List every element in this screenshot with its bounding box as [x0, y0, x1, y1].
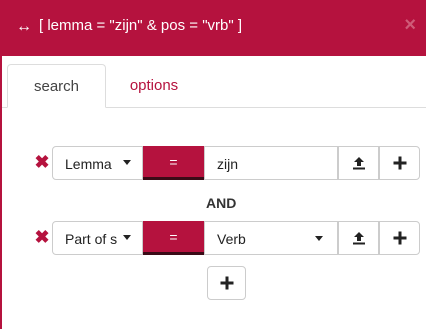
upload-icon	[352, 157, 365, 170]
rule-row: ✖ Lemma = zijn	[2, 146, 426, 180]
value-input[interactable]: zijn	[204, 146, 338, 180]
value-input-text: zijn	[217, 156, 239, 172]
chevron-down-icon	[123, 235, 131, 240]
operator-button[interactable]: =	[143, 146, 204, 180]
upload-icon	[352, 232, 365, 245]
value-select[interactable]: Verb	[204, 221, 338, 255]
dialog-title: [ lemma = "zijn" & pos = "vrb" ]	[39, 17, 243, 34]
chevron-down-icon	[315, 236, 323, 241]
rule-row: ✖ Part of s = Verb	[2, 221, 426, 255]
plus-icon	[393, 231, 406, 245]
field-select-label: Part of s	[65, 231, 118, 247]
tab-search[interactable]: search	[7, 64, 106, 108]
delete-rule-icon[interactable]: ✖	[34, 153, 50, 171]
upload-button[interactable]	[338, 221, 379, 255]
operator-button[interactable]: =	[143, 221, 204, 255]
field-select[interactable]: Lemma	[52, 146, 143, 180]
field-select[interactable]: Part of s	[52, 221, 143, 255]
upload-button[interactable]	[338, 146, 379, 180]
add-condition-button[interactable]	[379, 146, 420, 180]
add-condition-button[interactable]	[379, 221, 420, 255]
connector-label: AND	[206, 195, 237, 211]
add-rule-button[interactable]	[207, 266, 246, 300]
plus-icon	[220, 276, 233, 290]
plus-icon	[393, 156, 406, 170]
delete-rule-icon[interactable]: ✖	[34, 228, 50, 246]
close-icon[interactable]: ×	[404, 15, 416, 35]
query-panel: search options ✖ Lemma = zijn AND ✖ Part…	[0, 56, 426, 329]
field-select-label: Lemma	[65, 156, 112, 172]
value-select-text: Verb	[217, 231, 246, 247]
chevron-down-icon	[123, 160, 131, 165]
dialog-titlebar: ↔ [ lemma = "zijn" & pos = "vrb" ] ×	[0, 0, 426, 56]
tab-options[interactable]: options	[106, 64, 202, 107]
tab-bar: search options	[2, 56, 426, 108]
move-icon[interactable]: ↔	[16, 19, 32, 35]
